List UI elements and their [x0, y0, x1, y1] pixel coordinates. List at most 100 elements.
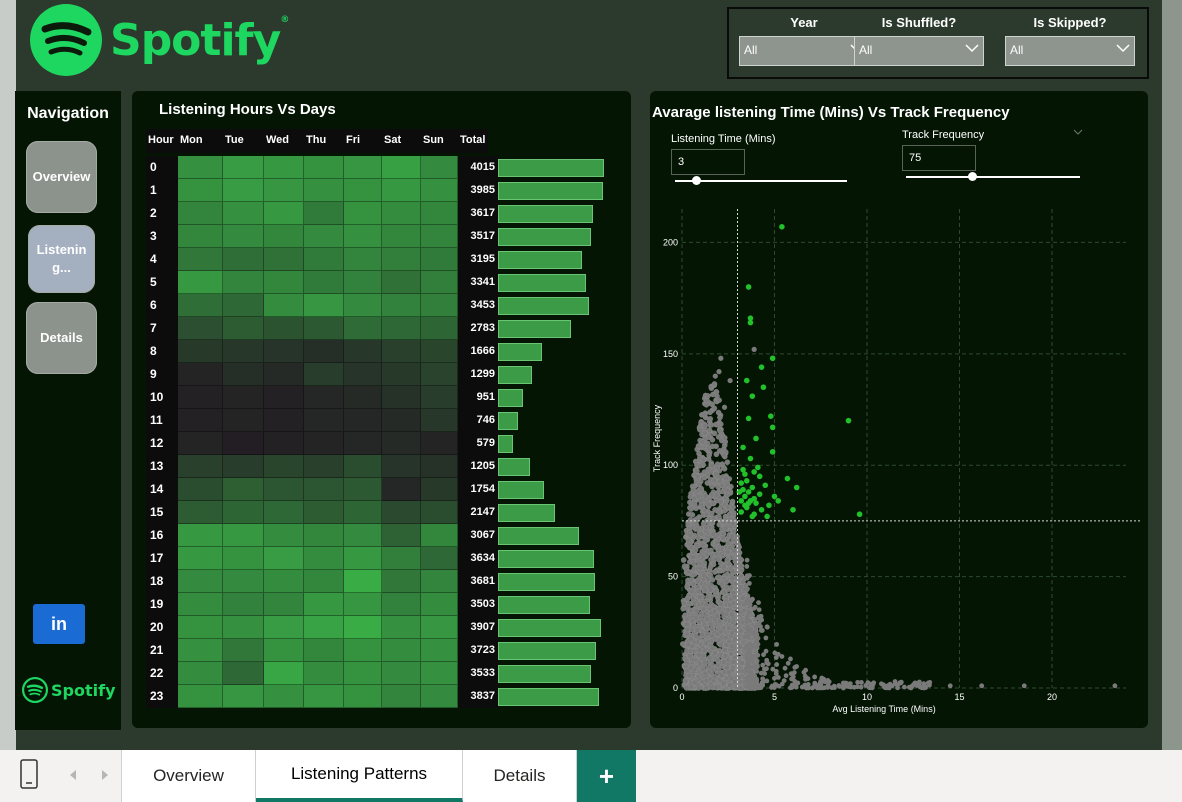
highlight-point[interactable] [769, 355, 776, 362]
heatmap-cell[interactable] [223, 639, 264, 662]
base-point[interactable] [684, 626, 691, 633]
heatmap-cell[interactable] [421, 616, 458, 639]
base-point[interactable] [701, 411, 708, 418]
base-point[interactable] [685, 537, 692, 544]
heatmap-cell[interactable] [264, 639, 304, 662]
base-point[interactable] [695, 535, 701, 541]
nav-details-button[interactable]: Details [26, 302, 97, 374]
base-point[interactable] [802, 682, 808, 688]
heatmap-cell[interactable] [178, 340, 223, 363]
heatmap-cell[interactable] [178, 570, 223, 593]
highlight-point[interactable] [760, 384, 767, 391]
base-point[interactable] [702, 587, 708, 594]
base-point[interactable] [752, 630, 758, 636]
base-point[interactable] [785, 660, 791, 666]
highlight-point[interactable] [742, 493, 748, 500]
heatmap-cell[interactable] [344, 478, 382, 501]
heatmap-cell[interactable] [421, 317, 458, 340]
base-point[interactable] [684, 621, 690, 628]
base-point[interactable] [814, 685, 820, 691]
base-point[interactable] [691, 495, 698, 502]
heatmap-cell[interactable] [264, 317, 304, 340]
base-point[interactable] [756, 607, 762, 613]
heatmap-cell[interactable] [223, 570, 264, 593]
highlight-point[interactable] [758, 506, 765, 513]
base-point[interactable] [764, 660, 770, 666]
base-point[interactable] [715, 409, 722, 416]
heatmap-cell[interactable] [344, 409, 382, 432]
base-point[interactable] [708, 547, 714, 554]
base-point[interactable] [702, 493, 709, 499]
base-point[interactable] [711, 381, 718, 387]
heatmap-cell[interactable] [178, 501, 223, 524]
base-point[interactable] [718, 355, 724, 361]
base-point[interactable] [684, 595, 690, 602]
base-point[interactable] [794, 664, 800, 669]
heatmap-total-bar[interactable] [498, 481, 544, 499]
base-point[interactable] [696, 647, 703, 653]
base-point[interactable] [708, 626, 715, 633]
base-point[interactable] [684, 616, 690, 622]
heatmap-cell[interactable] [304, 363, 344, 386]
heatmap-total-bar[interactable] [498, 274, 586, 292]
base-point[interactable] [708, 422, 715, 428]
heatmap-cell[interactable] [382, 685, 421, 708]
base-point[interactable] [916, 681, 922, 686]
heatmap-cell[interactable] [344, 294, 382, 317]
heatmap-cell[interactable] [421, 340, 458, 363]
heatmap-cell[interactable] [382, 593, 421, 616]
heatmap-cell[interactable] [344, 156, 382, 179]
base-point[interactable] [713, 551, 720, 557]
tab-details[interactable]: Details [463, 750, 577, 802]
base-point[interactable] [682, 678, 689, 685]
base-point[interactable] [825, 685, 831, 690]
heatmap-cell[interactable] [178, 455, 223, 478]
base-point[interactable] [725, 504, 731, 510]
base-point[interactable] [707, 587, 714, 593]
base-point[interactable] [690, 554, 696, 560]
base-point[interactable] [690, 595, 696, 602]
tab-overview[interactable]: Overview [122, 750, 256, 802]
heatmap-cell[interactable] [223, 593, 264, 616]
base-point[interactable] [745, 627, 751, 632]
heatmap-cell[interactable] [264, 340, 304, 363]
highlight-point[interactable] [747, 319, 754, 326]
heatmap-cell[interactable] [344, 616, 382, 639]
heatmap-total-bar[interactable] [498, 389, 523, 407]
base-point[interactable] [689, 512, 696, 518]
heatmap-cell[interactable] [264, 271, 304, 294]
heatmap-cell[interactable] [264, 501, 304, 524]
base-point[interactable] [697, 426, 703, 433]
highlight-point[interactable] [775, 498, 781, 504]
heatmap-cell[interactable] [344, 524, 382, 547]
base-point[interactable] [714, 613, 720, 619]
nav-listening-button[interactable]: Listenin g... [28, 225, 95, 293]
heatmap-cell[interactable] [304, 593, 344, 616]
base-point[interactable] [771, 685, 777, 690]
base-point[interactable] [694, 526, 701, 532]
base-point[interactable] [760, 676, 766, 682]
base-point[interactable] [706, 427, 713, 433]
base-point[interactable] [712, 373, 718, 379]
base-point[interactable] [704, 616, 710, 622]
heatmap-total-bar[interactable] [498, 642, 596, 660]
highlight-point[interactable] [768, 413, 774, 419]
base-point[interactable] [763, 635, 769, 641]
base-point[interactable] [738, 556, 744, 563]
base-point[interactable] [712, 569, 718, 575]
base-point[interactable] [886, 685, 892, 691]
base-point[interactable] [776, 683, 782, 689]
base-point[interactable] [709, 577, 716, 583]
heatmap-cell[interactable] [344, 501, 382, 524]
heatmap-cell[interactable] [421, 639, 458, 662]
base-point[interactable] [764, 678, 770, 684]
heatmap-cell[interactable] [421, 570, 458, 593]
base-point[interactable] [719, 581, 725, 588]
base-point[interactable] [764, 666, 769, 672]
heatmap-cell[interactable] [382, 363, 421, 386]
highlight-point[interactable] [743, 377, 750, 384]
base-point[interactable] [716, 618, 723, 625]
heatmap-cell[interactable] [304, 179, 344, 202]
base-point[interactable] [746, 610, 752, 616]
base-point[interactable] [744, 619, 750, 624]
